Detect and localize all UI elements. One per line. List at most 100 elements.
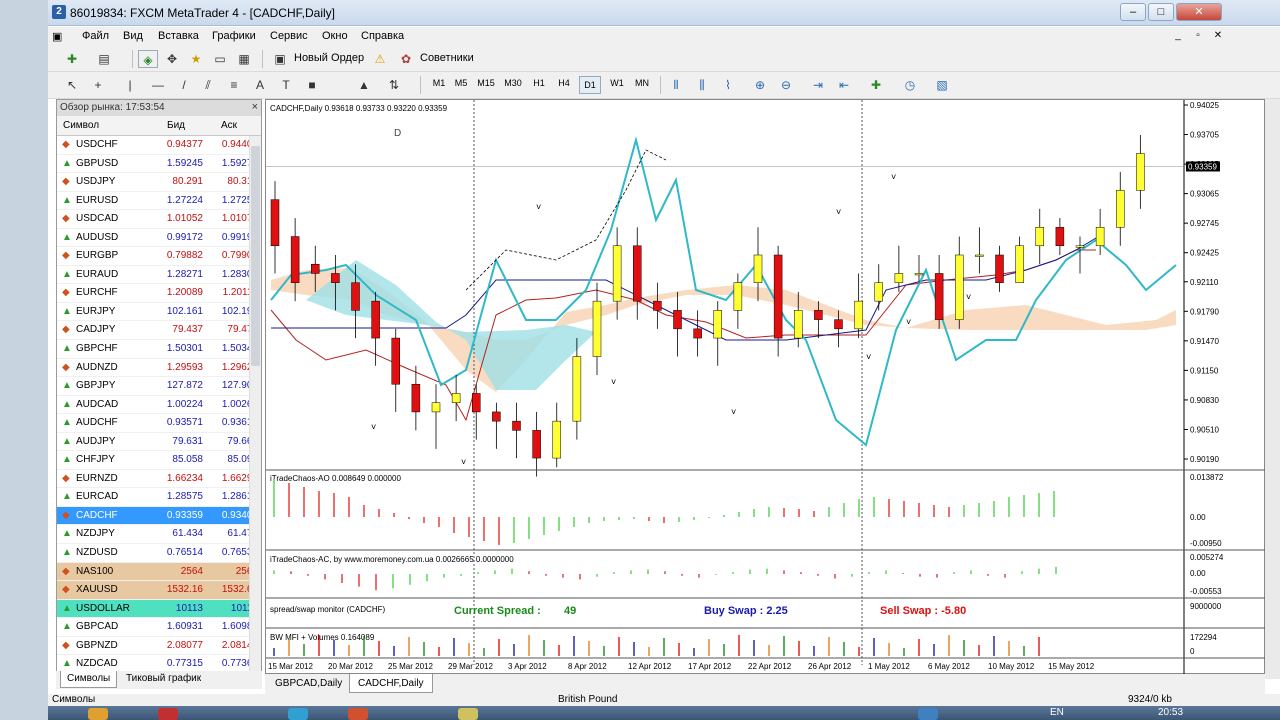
list-item[interactable]: ▲ EURUSD 1.27224 1.27251 — [57, 192, 261, 211]
text-label-icon[interactable]: T — [276, 76, 296, 94]
advisors-button[interactable]: Советники — [420, 52, 474, 64]
col-bid[interactable]: Бид — [167, 120, 185, 131]
tab-chart-gbpcad[interactable]: GBPCAD,Daily — [267, 674, 350, 693]
cursor-icon[interactable]: ↖ — [62, 76, 82, 94]
col-symbol[interactable]: Символ — [63, 120, 99, 131]
close-icon[interactable]: × — [252, 101, 258, 113]
mdi-restore-button[interactable]: ▫ — [1190, 30, 1206, 43]
list-item[interactable]: ▲ NZDJPY 61.434 61.471 — [57, 525, 261, 545]
app-icon-2[interactable] — [458, 708, 478, 720]
tf-mn[interactable]: MN — [631, 78, 653, 88]
minimize-button[interactable]: – — [1120, 3, 1146, 21]
chart-window[interactable]: 0.940250.937050.933850.930650.927450.924… — [265, 99, 1266, 675]
warning-icon[interactable]: ⚠ — [370, 50, 390, 68]
tab-tick-chart[interactable]: Тиковый график — [120, 671, 207, 688]
chart-canvas[interactable]: 0.940250.937050.933850.930650.927450.924… — [266, 100, 1266, 675]
tf-m15[interactable]: M15 — [475, 78, 497, 88]
tab-chart-cadchf[interactable]: CADCHF,Daily — [349, 674, 433, 693]
tf-h1[interactable]: H1 — [528, 78, 550, 88]
market-watch-scrollbar[interactable] — [249, 136, 261, 672]
list-item[interactable]: ◆ NAS100 2564 2566 — [57, 562, 261, 582]
list-item[interactable]: ◆ GBPNZD 2.08077 2.08147 — [57, 637, 261, 656]
rectangle-icon[interactable]: ■ — [302, 76, 322, 94]
text-tool-button[interactable]: A — [250, 76, 270, 94]
periods-icon[interactable]: ◷ — [900, 76, 920, 94]
navigator-icon[interactable]: ✥ — [162, 50, 182, 68]
market-watch-icon[interactable]: ◈ — [138, 50, 158, 68]
menu-charts[interactable]: Графики — [212, 30, 256, 42]
mdi-minimize-button[interactable]: _ — [1170, 30, 1186, 43]
indicators-icon[interactable]: ✚ — [866, 76, 886, 94]
zoom-in-icon[interactable]: ⊕ — [750, 76, 770, 94]
tf-w1[interactable]: W1 — [606, 78, 628, 88]
maximize-button[interactable]: □ — [1148, 3, 1174, 21]
profiles-icon[interactable]: ▤ — [94, 50, 114, 68]
list-item[interactable]: ◆ CADCHF 0.93359 0.93408 — [57, 506, 261, 526]
list-item[interactable]: ◆ USDCHF 0.94377 0.94405 — [57, 136, 261, 155]
media-icon[interactable] — [348, 708, 368, 720]
scroll-thumb[interactable] — [251, 146, 260, 366]
menu-window[interactable]: Окно — [322, 30, 348, 42]
menu-file[interactable]: Файл — [82, 30, 109, 42]
menu-help[interactable]: Справка — [361, 30, 404, 42]
line-chart-icon[interactable]: ⌇ — [718, 76, 738, 94]
zoom-out-icon[interactable]: ⊖ — [776, 76, 796, 94]
tf-m30[interactable]: M30 — [502, 78, 524, 88]
triangle-icon[interactable]: ▲ — [354, 76, 374, 94]
list-item[interactable]: ▲ AUDCAD 1.00224 1.00263 — [57, 396, 261, 415]
crosshair-icon[interactable]: + — [88, 76, 108, 94]
main-scrollbar[interactable] — [1265, 99, 1280, 679]
new-order-button[interactable]: Новый Ордер — [294, 52, 364, 64]
list-item[interactable]: ▲ GBPCHF 1.50301 1.50344 — [57, 340, 261, 359]
list-item[interactable]: ◆ EURGBP 0.79882 0.79907 — [57, 247, 261, 266]
list-item[interactable]: ◆ USDJPY 80.291 80.315 — [57, 173, 261, 192]
candles-icon[interactable]: ⫼ — [692, 76, 712, 94]
language-indicator[interactable]: EN — [1050, 707, 1064, 718]
tf-h4[interactable]: H4 — [553, 78, 575, 88]
tester-icon[interactable]: ▦ — [234, 50, 254, 68]
app-icon[interactable] — [288, 708, 308, 720]
list-item[interactable]: ▲ USDOLLAR 10113 10115 — [57, 599, 261, 619]
list-item[interactable]: ▲ CHFJPY 85.058 85.093 — [57, 451, 261, 470]
templates-icon[interactable]: ▧ — [932, 76, 952, 94]
app-icon-3[interactable] — [918, 708, 938, 720]
mdi-close-button[interactable]: ✕ — [1210, 30, 1226, 43]
list-item[interactable]: ◆ EURNZD 1.66234 1.66297 — [57, 470, 261, 489]
list-item[interactable]: ▲ AUDUSD 0.99172 0.99197 — [57, 229, 261, 248]
advisors-icon[interactable]: ✿ — [396, 50, 416, 68]
autoscroll-icon[interactable]: ⇥ — [808, 76, 828, 94]
menu-insert[interactable]: Вставка — [158, 30, 199, 42]
chart-shift-icon[interactable]: ⇤ — [834, 76, 854, 94]
folder-icon[interactable] — [88, 708, 108, 720]
menu-view[interactable]: Вид — [123, 30, 143, 42]
list-item[interactable]: ▲ EURCAD 1.28575 1.28615 — [57, 488, 261, 507]
terminal-icon[interactable]: ▭ — [210, 50, 230, 68]
arrows-icon[interactable]: ⇅ — [384, 76, 404, 94]
list-item[interactable]: ◆ EURCHF 1.20089 1.20118 — [57, 284, 261, 303]
new-order-icon[interactable]: ▣ — [270, 50, 290, 68]
menu-icon[interactable]: ▣ — [52, 30, 62, 43]
new-chart-icon[interactable]: ✚ — [62, 50, 82, 68]
tab-symbols[interactable]: Символы — [60, 671, 118, 688]
col-ask[interactable]: Аск — [221, 120, 237, 131]
vertical-line-icon[interactable]: | — [120, 76, 140, 94]
tf-m1[interactable]: M1 — [428, 78, 450, 88]
close-button[interactable]: ✕ — [1176, 3, 1222, 21]
tf-m5[interactable]: M5 — [450, 78, 472, 88]
list-item[interactable]: ◆ XAUUSD 1532.16 1532.66 — [57, 581, 261, 600]
favorites-icon[interactable]: ★ — [186, 50, 206, 68]
tf-d1[interactable]: D1 — [579, 76, 601, 94]
list-item[interactable]: ▲ EURAUD 1.28271 1.28303 — [57, 266, 261, 285]
list-item[interactable]: ▲ GBPJPY 127.872 127.909 — [57, 377, 261, 396]
list-item[interactable]: ▲ EURJPY 102.161 102.190 — [57, 303, 261, 322]
list-item[interactable]: ◆ USDCAD 1.01052 1.01079 — [57, 210, 261, 229]
menu-tools[interactable]: Сервис — [270, 30, 308, 42]
channel-icon[interactable]: ⫽ — [198, 76, 218, 94]
trendline-icon[interactable]: / — [174, 76, 194, 94]
list-item[interactable]: ◆ AUDNZD 1.29593 1.29628 — [57, 359, 261, 378]
list-item[interactable]: ▲ AUDCHF 0.93571 0.93613 — [57, 414, 261, 433]
list-item[interactable]: ▲ GBPUSD 1.59245 1.59271 — [57, 155, 261, 174]
list-item[interactable]: ◆ CADJPY 79.437 79.473 — [57, 321, 261, 341]
list-item[interactable]: ▲ AUDJPY 79.631 79.662 — [57, 433, 261, 452]
horizontal-line-icon[interactable]: — — [148, 76, 168, 94]
